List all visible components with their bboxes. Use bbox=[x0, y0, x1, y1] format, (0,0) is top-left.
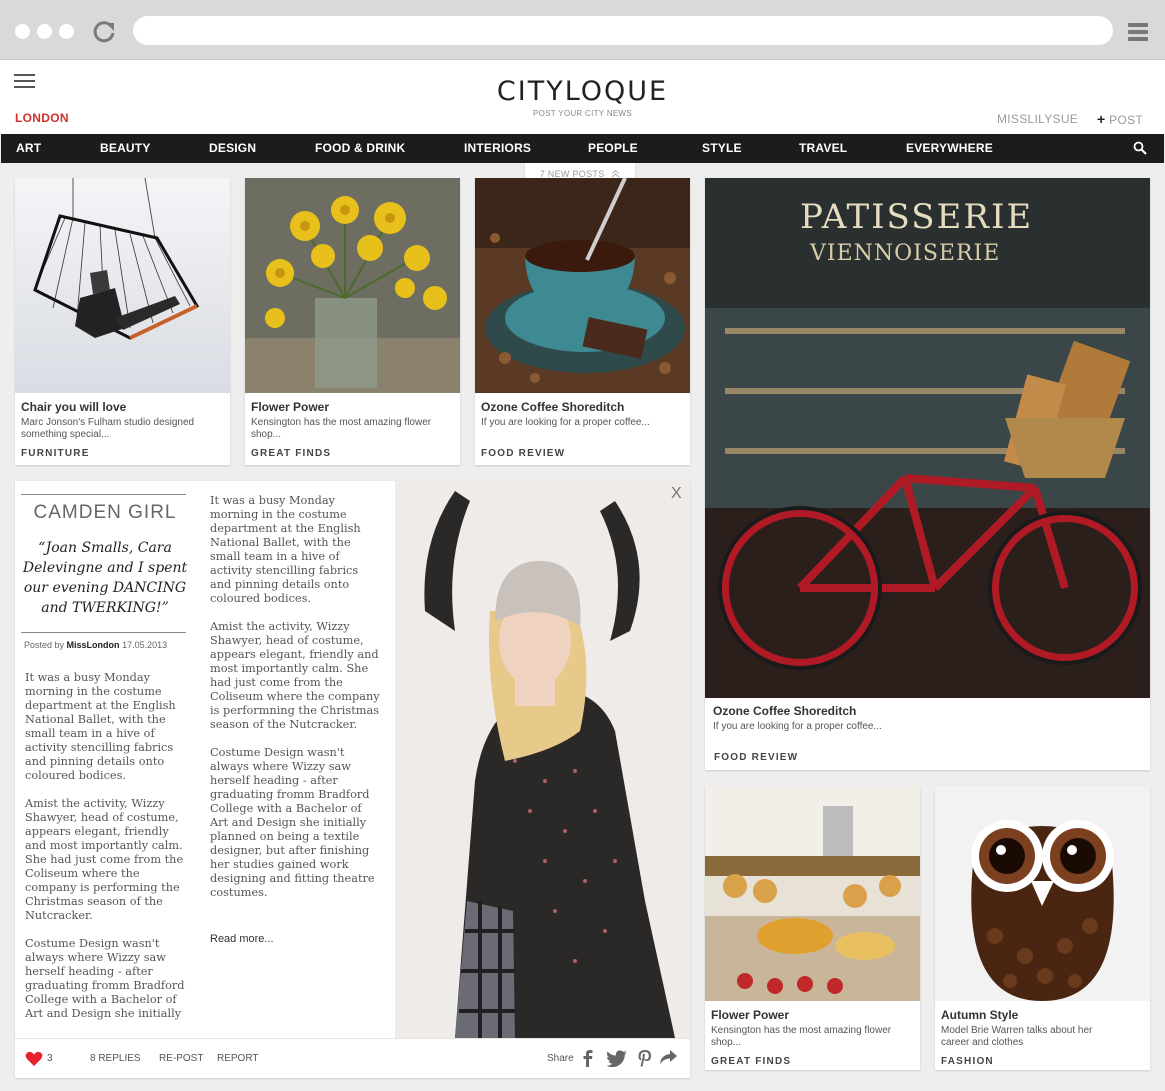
post-label: POST bbox=[1109, 113, 1143, 127]
card-title[interactable]: Ozone Coffee Shoreditch bbox=[481, 400, 624, 414]
viennoiserie-sign: VIENNOISERIE bbox=[809, 241, 1000, 266]
twitter-icon[interactable] bbox=[606, 1050, 628, 1067]
card-category[interactable]: FURNITURE bbox=[21, 448, 90, 459]
close-button[interactable]: X bbox=[671, 485, 682, 503]
coffee-photo bbox=[475, 178, 690, 393]
paragraph: Amist the activity, Wizzy Shawyer, head … bbox=[25, 797, 184, 922]
card-title[interactable]: Flower Power bbox=[251, 400, 329, 414]
browser-chrome bbox=[0, 0, 1165, 60]
site-logo[interactable]: CITYLOQUE bbox=[0, 76, 1165, 107]
browser-menu-icon[interactable] bbox=[1128, 23, 1148, 41]
card-description: If you are looking for a proper coffee..… bbox=[481, 417, 650, 428]
facebook-icon[interactable] bbox=[583, 1050, 593, 1067]
bakery-photo bbox=[705, 786, 920, 1001]
replies-link[interactable]: 8 REPLIES bbox=[90, 1053, 141, 1064]
card-description: Model Brie Warren talks about her career… bbox=[941, 1025, 1093, 1048]
nav-item-people[interactable]: PEOPLE bbox=[588, 141, 638, 155]
post-card[interactable]: Flower Power Kensington has the most ama… bbox=[705, 786, 920, 1070]
like-count: 3 bbox=[47, 1053, 53, 1064]
nav-item-everywhere[interactable]: EVERYWHERE bbox=[906, 141, 993, 155]
nav-item-design[interactable]: DESIGN bbox=[209, 141, 256, 155]
window-maximize-dot[interactable] bbox=[59, 24, 74, 39]
share-label: Share bbox=[547, 1053, 574, 1064]
card-category[interactable]: FOOD REVIEW bbox=[481, 448, 565, 459]
article-column-right: It was a busy Monday morning in the cost… bbox=[210, 494, 380, 914]
card-category[interactable]: GREAT FINDS bbox=[711, 1056, 791, 1067]
nav-item-travel[interactable]: TRAVEL bbox=[799, 141, 847, 155]
paragraph: It was a busy Monday morning in the cost… bbox=[25, 671, 176, 782]
card-title[interactable]: Ozone Coffee Shoreditch bbox=[713, 704, 856, 718]
coffee-owl-photo bbox=[935, 786, 1150, 1001]
paragraph: It was a busy Monday morning in the cost… bbox=[210, 494, 361, 605]
chair-photo bbox=[15, 178, 230, 393]
card-category[interactable]: FOOD REVIEW bbox=[714, 752, 798, 763]
heart-icon[interactable] bbox=[25, 1051, 43, 1067]
window-close-dot[interactable] bbox=[15, 24, 30, 39]
posted-by-label: Posted by bbox=[24, 640, 65, 650]
nav-item-art[interactable]: ART bbox=[16, 141, 41, 155]
report-link[interactable]: REPORT bbox=[217, 1053, 259, 1064]
paragraph: Costume Design wasn't always where Wizzy… bbox=[25, 937, 185, 1020]
article-action-bar: 3 8 REPLIES RE-POST REPORT Share bbox=[15, 1038, 690, 1078]
search-icon[interactable] bbox=[1133, 141, 1147, 155]
plus-icon: + bbox=[1097, 111, 1106, 127]
paragraph: Costume Design wasn't always where Wizzy… bbox=[210, 746, 375, 899]
card-title[interactable]: Autumn Style bbox=[941, 1008, 1018, 1022]
post-card[interactable]: Ozone Coffee Shoreditch If you are looki… bbox=[475, 178, 690, 465]
card-category[interactable]: FASHION bbox=[941, 1056, 994, 1067]
post-card[interactable]: Flower Power Kensington has the most ama… bbox=[245, 178, 460, 465]
article-title: CAMDEN GIRL bbox=[33, 502, 177, 523]
card-category[interactable]: GREAT FINDS bbox=[251, 448, 331, 459]
author-link[interactable]: MissLondon bbox=[67, 640, 120, 650]
user-link[interactable]: MISSLILYSUE bbox=[997, 112, 1078, 126]
flowers-photo bbox=[245, 178, 460, 393]
card-title[interactable]: Chair you will love bbox=[21, 400, 126, 414]
share-arrow-icon[interactable] bbox=[660, 1050, 677, 1065]
card-title[interactable]: Flower Power bbox=[711, 1008, 789, 1022]
nav-item-interiors[interactable]: INTERIORS bbox=[464, 141, 531, 155]
patisserie-sign: PATISSERIE bbox=[800, 197, 1033, 237]
post-card[interactable]: Autumn Style Model Brie Warren talks abo… bbox=[935, 786, 1150, 1070]
site-header: LONDON CITYLOQUE POST YOUR CITY NEWS MIS… bbox=[0, 60, 1165, 134]
post-date: 17.05.2013 bbox=[122, 640, 168, 650]
nav-item-food-drink[interactable]: FOOD & DRINK bbox=[315, 141, 405, 155]
chevron-up-icon bbox=[611, 169, 620, 178]
card-description: If you are looking for a proper coffee..… bbox=[713, 721, 882, 732]
window-minimize-dot[interactable] bbox=[37, 24, 52, 39]
article-column-left: It was a busy Monday morning in the cost… bbox=[25, 671, 193, 1035]
pinterest-icon[interactable] bbox=[638, 1050, 652, 1067]
post-card[interactable]: Chair you will love Marc Jonson's Fulham… bbox=[15, 178, 230, 465]
patisserie-bicycle-photo: PATISSERIE VIENNOISERIE bbox=[705, 178, 1150, 698]
reload-icon[interactable] bbox=[92, 20, 116, 44]
card-description: Kensington has the most amazing flower s… bbox=[711, 1025, 892, 1048]
repost-link[interactable]: RE-POST bbox=[159, 1053, 203, 1064]
article-quote: “Joan Smalls, Cara Delevingne and I spen… bbox=[22, 540, 188, 616]
title-divider-bottom bbox=[21, 632, 186, 633]
post-card-featured[interactable]: PATISSERIE VIENNOISERIE Ozone Coffee Sho… bbox=[705, 178, 1150, 770]
article-expanded: CAMDEN GIRL “Joan Smalls, Cara Delevingn… bbox=[15, 481, 690, 1078]
site-tagline: POST YOUR CITY NEWS bbox=[532, 109, 633, 118]
card-description: Kensington has the most amazing flower s… bbox=[251, 417, 432, 440]
read-more-link[interactable]: Read more... bbox=[210, 933, 274, 945]
category-nav: ART BEAUTY DESIGN FOOD & DRINK INTERIORS… bbox=[1, 134, 1164, 163]
title-divider-top bbox=[21, 494, 186, 495]
post-button[interactable]: + POST bbox=[1097, 111, 1143, 127]
nav-item-beauty[interactable]: BEAUTY bbox=[100, 141, 151, 155]
post-meta: Posted by MissLondon 17.05.2013 bbox=[24, 640, 167, 650]
card-description: Marc Jonson's Fulham studio designed som… bbox=[21, 417, 195, 440]
nav-item-style[interactable]: STYLE bbox=[702, 141, 742, 155]
model-photo bbox=[395, 481, 690, 1038]
address-bar[interactable] bbox=[133, 16, 1113, 45]
paragraph: Amist the activity, Wizzy Shawyer, head … bbox=[210, 620, 380, 731]
